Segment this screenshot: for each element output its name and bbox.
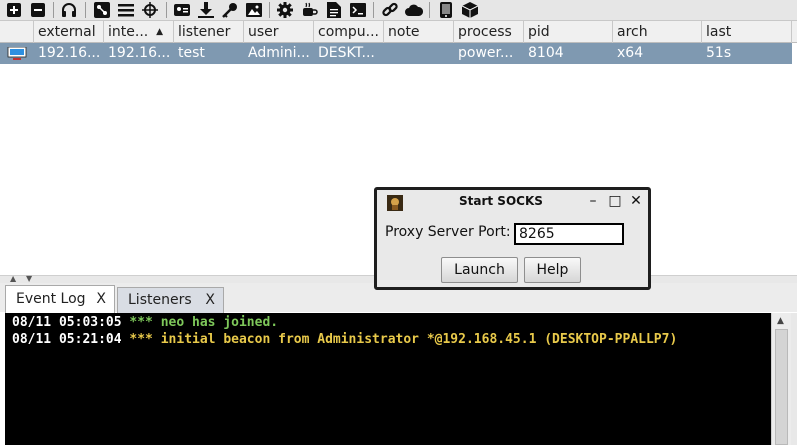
col-header-internal-label: inte...	[108, 24, 149, 40]
terminal-icon[interactable]	[349, 1, 367, 19]
col-header-internal[interactable]: inte... ▲	[104, 21, 174, 43]
cloud-icon[interactable]	[405, 1, 423, 19]
tab-event-log[interactable]: Event Log X	[5, 285, 115, 314]
log-message: neo has joined.	[160, 315, 279, 330]
col-header-note[interactable]: note	[384, 21, 454, 43]
cell-note	[384, 43, 454, 64]
headphones-icon[interactable]	[60, 1, 78, 19]
link-icon[interactable]	[381, 1, 399, 19]
collapse-down-icon[interactable]: ▼	[26, 274, 32, 283]
tab-listeners[interactable]: Listeners X	[117, 287, 224, 313]
log-line: 08/11 05:03:05 *** neo has joined.	[12, 315, 278, 330]
log-timestamp: 08/11 05:21:04	[12, 332, 122, 347]
log-stars: ***	[129, 315, 153, 330]
id-card-icon[interactable]	[173, 1, 191, 19]
col-header-process[interactable]: process	[454, 21, 524, 43]
dialog-titlebar[interactable]: Start SOCKS – □ ✕	[377, 190, 648, 214]
col-header-arch[interactable]: arch	[613, 21, 702, 43]
tab-listeners-label: Listeners	[128, 292, 192, 308]
pivot-graph-icon[interactable]	[93, 1, 111, 19]
cell-process: power...	[458, 45, 514, 61]
collapse-up-icon[interactable]: ▲	[10, 274, 16, 283]
toolbar	[0, 0, 797, 21]
port-input[interactable]	[514, 223, 624, 245]
log-line: 08/11 05:21:04 *** initial beacon from A…	[12, 332, 677, 347]
launch-button[interactable]: Launch	[441, 257, 518, 283]
key-icon[interactable]	[221, 1, 239, 19]
scroll-up-icon[interactable]: ▲	[777, 316, 784, 326]
cell-arch: x64	[617, 45, 644, 61]
col-header-computer[interactable]: compu...	[314, 21, 384, 43]
event-log-console[interactable]: 08/11 05:03:05 *** neo has joined. 08/11…	[5, 313, 771, 445]
cell-pid: 8104	[528, 45, 564, 61]
log-timestamp: 08/11 05:03:05	[12, 315, 122, 330]
table-row[interactable]: 192.16... 192.16... test Admini... DESKT…	[0, 43, 792, 64]
cell-user: Admini...	[248, 45, 310, 61]
col-header-listener[interactable]: listener	[174, 21, 244, 43]
tab-event-log-close-icon[interactable]: X	[96, 286, 106, 312]
col-header-last[interactable]: last	[702, 21, 792, 43]
cell-listener: test	[178, 45, 205, 61]
cell-external: 192.16...	[38, 45, 101, 61]
gear-icon[interactable]	[276, 1, 294, 19]
cell-internal: 192.16...	[108, 45, 171, 61]
download-icon[interactable]	[197, 1, 215, 19]
phone-icon[interactable]	[437, 1, 455, 19]
coffee-icon[interactable]	[301, 1, 319, 19]
console-scrollbar[interactable]: ▲	[771, 313, 791, 445]
list-icon[interactable]	[117, 1, 135, 19]
maximize-icon[interactable]: □	[608, 193, 622, 209]
cell-computer: DESKT...	[318, 45, 375, 61]
col-header-user[interactable]: user	[244, 21, 314, 43]
dialog-title: Start SOCKS	[459, 194, 543, 208]
minus-icon[interactable]	[29, 1, 47, 19]
col-header-external[interactable]: external	[34, 21, 104, 43]
windows-beacon-icon	[7, 47, 27, 60]
table-header: external inte... ▲ listener user compu..…	[0, 21, 797, 43]
col-header-pid[interactable]: pid	[524, 21, 613, 43]
minimize-icon[interactable]: –	[586, 193, 600, 209]
help-button[interactable]: Help	[524, 257, 581, 283]
package-icon[interactable]	[461, 1, 479, 19]
tab-event-log-label: Event Log	[16, 291, 86, 307]
tab-listeners-close-icon[interactable]: X	[205, 288, 215, 312]
sort-ascending-icon: ▲	[156, 27, 163, 37]
document-icon[interactable]	[325, 1, 343, 19]
col-icon-header[interactable]	[0, 21, 34, 43]
scrollbar-thumb[interactable]	[775, 329, 788, 445]
window-edge	[791, 313, 797, 445]
cell-last: 51s	[706, 45, 732, 61]
plus-icon[interactable]	[5, 1, 23, 19]
app-icon	[387, 195, 403, 211]
image-icon[interactable]	[245, 1, 263, 19]
close-icon[interactable]: ✕	[629, 193, 643, 209]
target-icon[interactable]	[141, 1, 159, 19]
start-socks-dialog: Start SOCKS – □ ✕ Proxy Server Port: Lau…	[374, 187, 651, 290]
log-message: initial beacon from Administrator *@192.…	[160, 332, 678, 347]
log-stars: ***	[129, 332, 153, 347]
port-label: Proxy Server Port:	[385, 224, 511, 240]
